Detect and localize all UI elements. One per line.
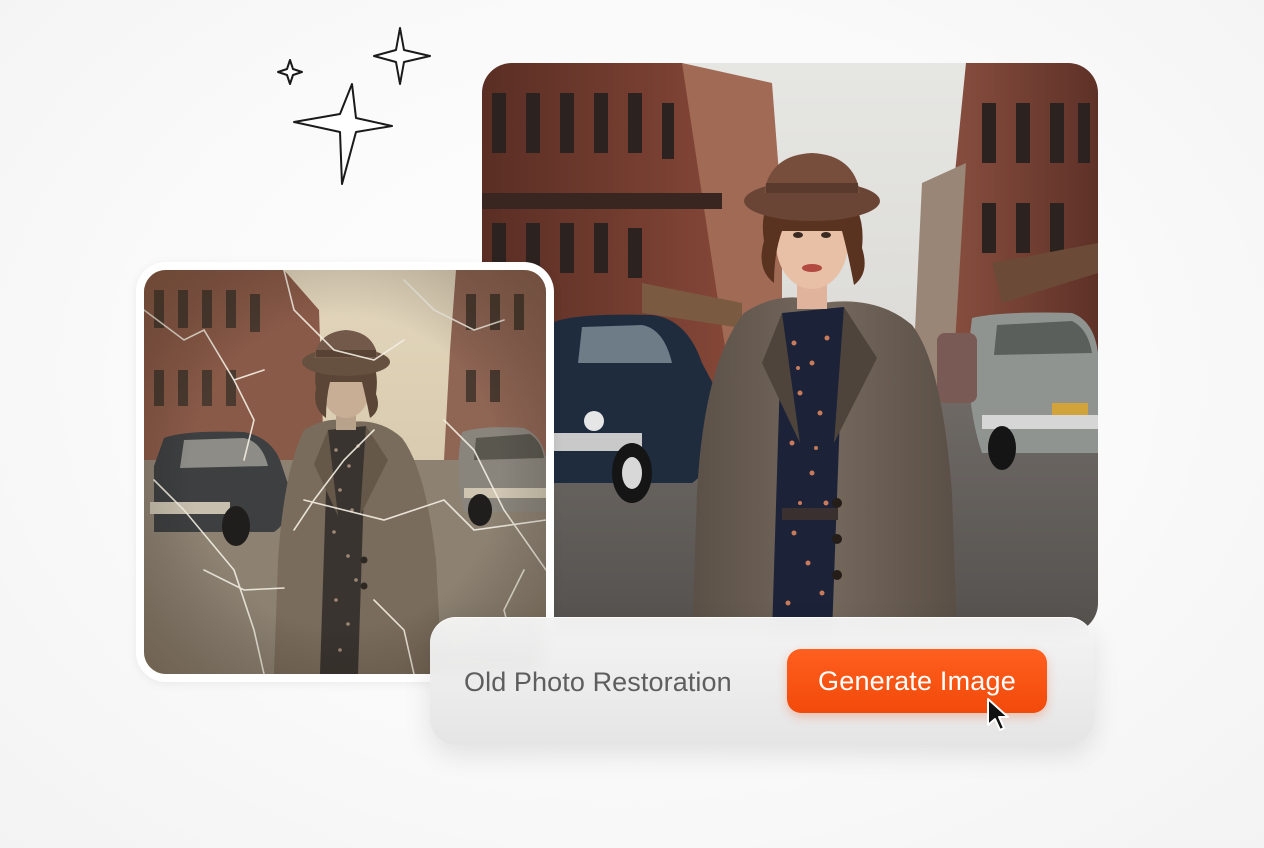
- restored-photo: [482, 63, 1098, 633]
- restored-photo-illustration: [482, 63, 1098, 633]
- action-bar: Old Photo Restoration Generate Image: [430, 617, 1094, 745]
- canvas: Old Photo Restoration Generate Image: [0, 0, 1264, 848]
- old-photo: [144, 270, 546, 674]
- mouse-pointer-icon: [987, 698, 1009, 731]
- feature-label: Old Photo Restoration: [464, 667, 732, 697]
- sparkles-icon: [277, 27, 431, 185]
- old-photo-illustration: [144, 270, 546, 674]
